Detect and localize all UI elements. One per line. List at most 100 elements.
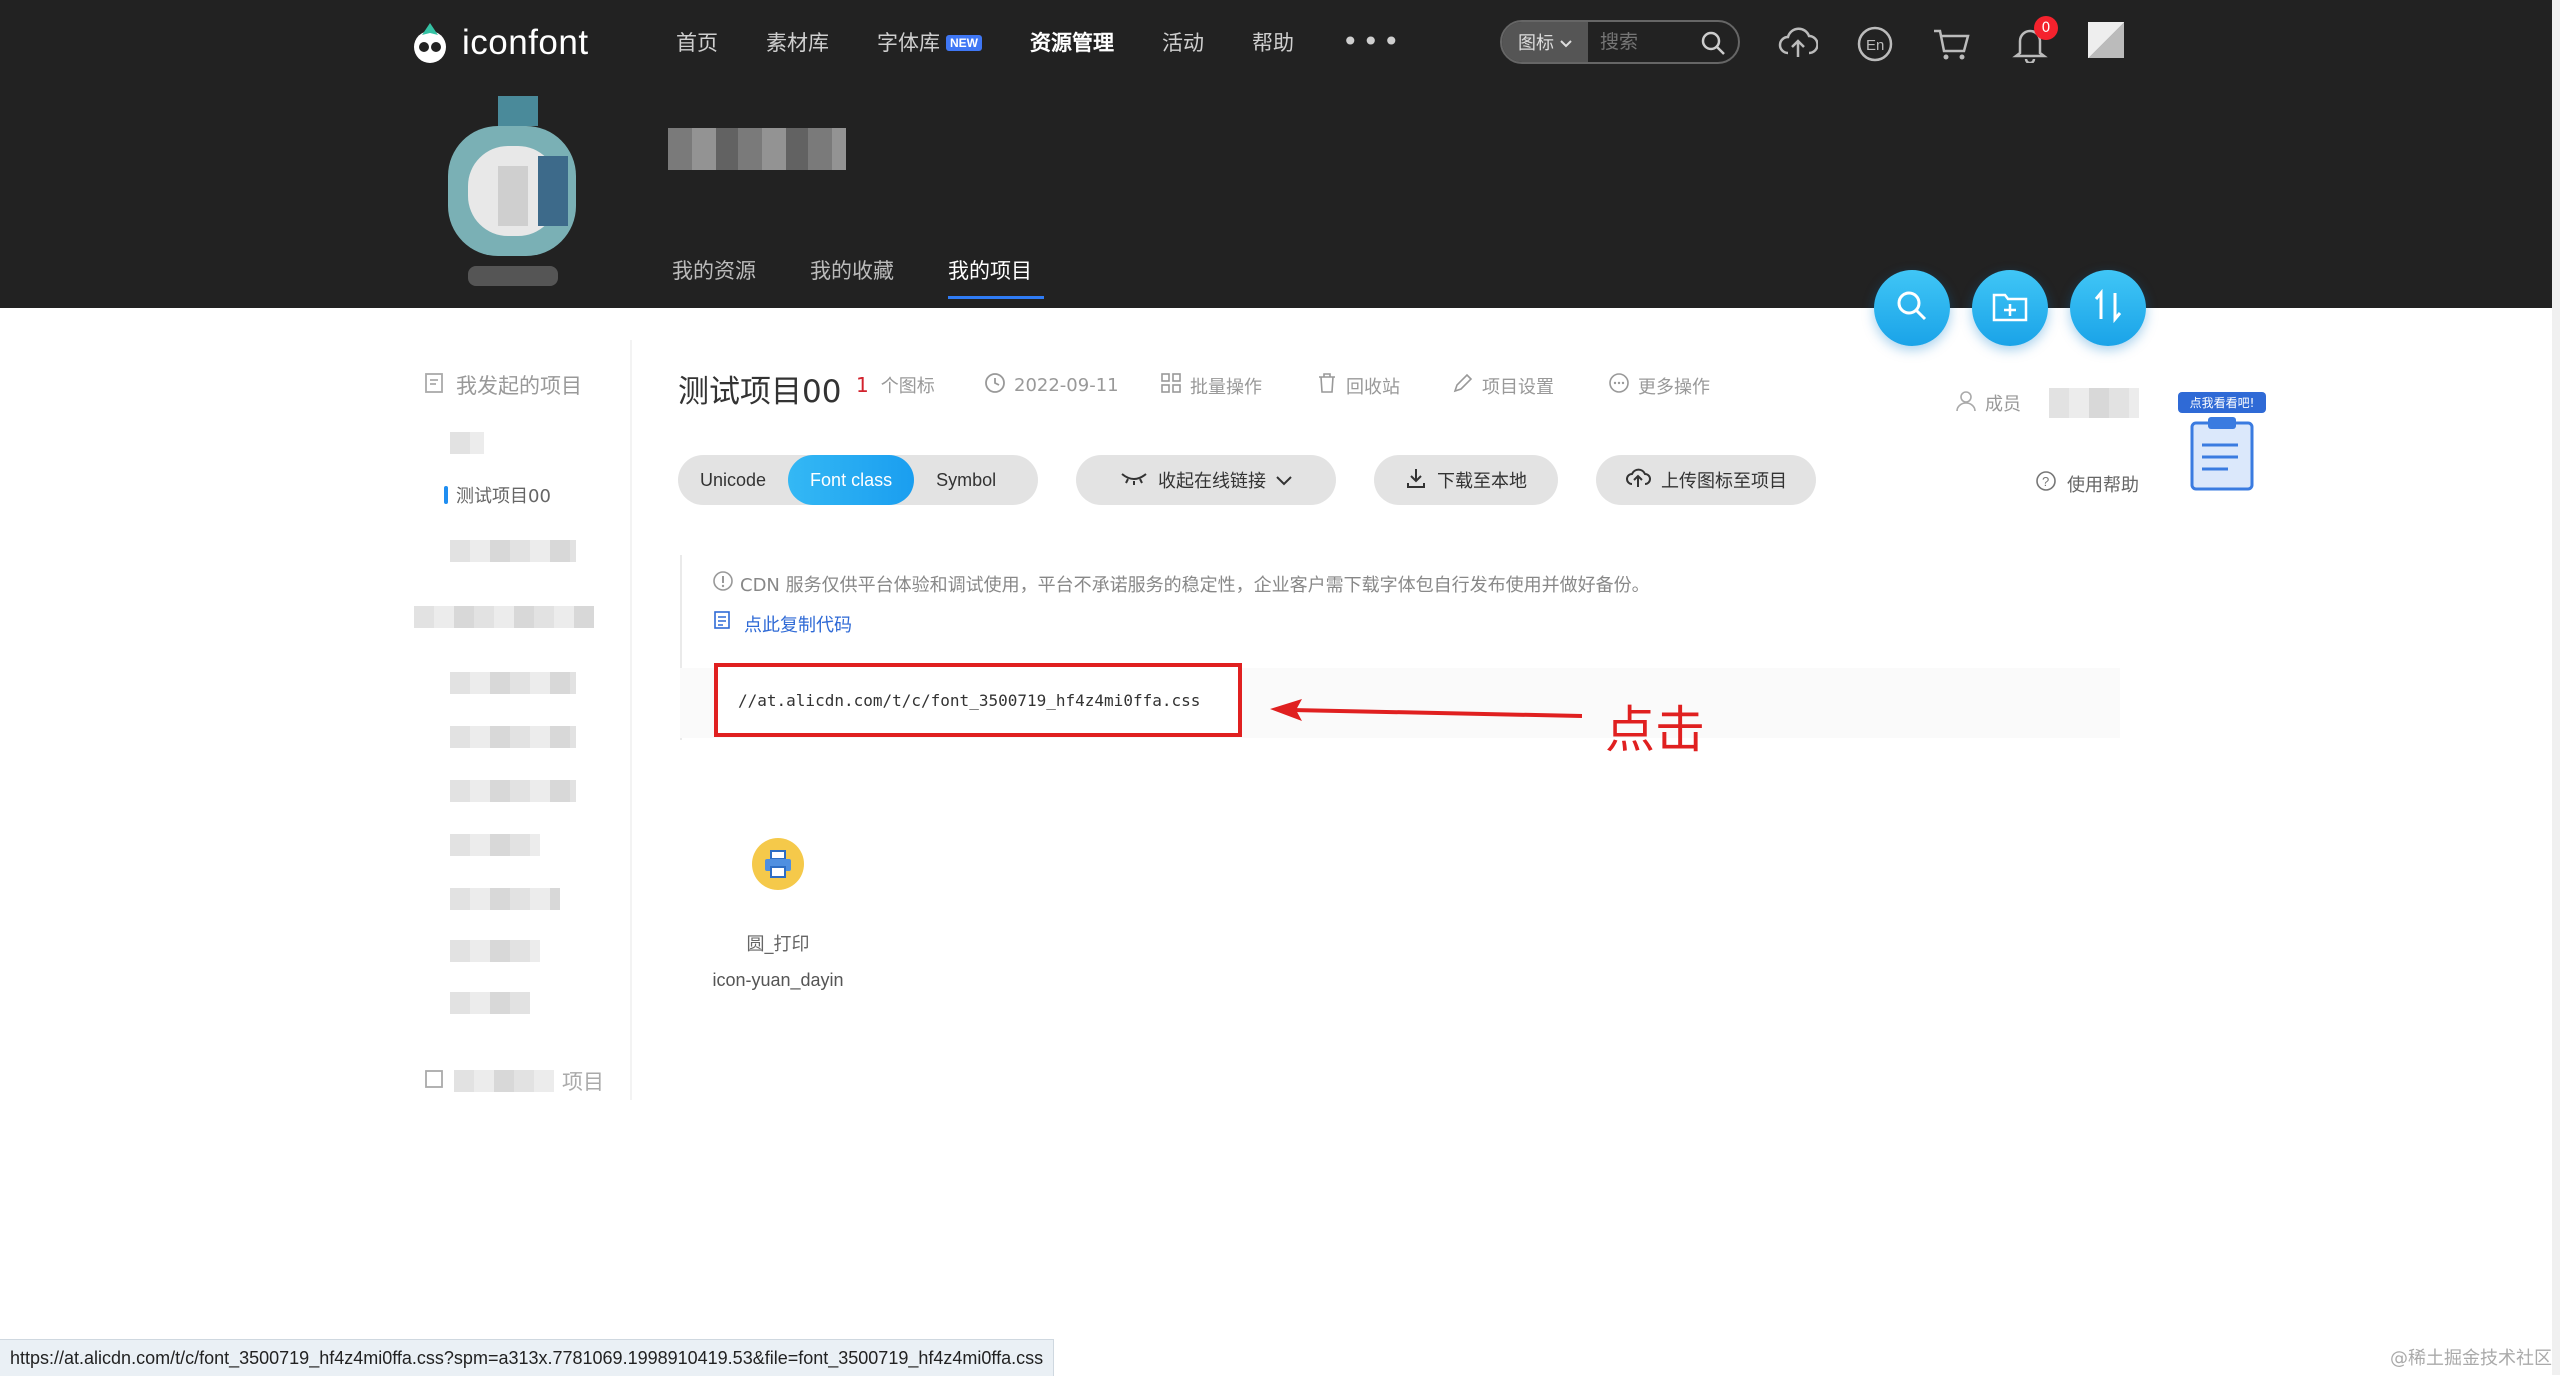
nav-item-library[interactable]: 素材库 (766, 27, 829, 57)
search-project-button[interactable] (1874, 270, 1950, 346)
download-icon (1405, 467, 1427, 494)
nav-item-events[interactable]: 活动 (1162, 27, 1204, 57)
tab-my-resources[interactable]: 我的资源 (672, 255, 756, 299)
sidebar-title: 我发起的项目 (424, 370, 582, 400)
cdn-link-box[interactable]: //at.alicdn.com/t/c/font_3500719_hf4z4mi… (714, 663, 1242, 737)
batch-operation-button[interactable]: 批量操作 (1160, 372, 1262, 399)
copy-code-label: 点此复制代码 (744, 614, 852, 636)
icon-card[interactable]: 圆_打印 icon-yuan_dayin (700, 838, 856, 991)
sidebar-item-blurred[interactable] (450, 834, 540, 856)
grid-icon (1160, 372, 1182, 399)
members-label: 成员 (1985, 394, 2021, 415)
nav-item-fonts[interactable]: 字体库 NEW (877, 27, 982, 57)
active-indicator (444, 486, 448, 504)
sidebar-item-active[interactable]: 测试项目00 (444, 482, 551, 508)
sidebar-footer-blurred (454, 1070, 554, 1092)
cdn-link-text[interactable]: //at.alicdn.com/t/c/font_3500719_hf4z4mi… (738, 691, 1200, 710)
copy-code-link[interactable]: 点此复制代码 (712, 610, 852, 637)
usage-help-link[interactable]: ? 使用帮助 (2035, 470, 2139, 497)
sidebar-item-blurred[interactable] (450, 992, 530, 1014)
svg-text:?: ? (2042, 474, 2049, 489)
tab-my-projects[interactable]: 我的项目 (948, 255, 1044, 299)
sidebar-item-blurred[interactable] (450, 940, 540, 962)
batch-operation-label: 批量操作 (1190, 376, 1262, 398)
printer-icon (752, 838, 804, 890)
folder-add-icon (1991, 289, 2029, 327)
svg-text:En: En (1866, 37, 1884, 54)
sidebar-item-blurred[interactable] (450, 672, 576, 694)
nav-item-resource-manage[interactable]: 资源管理 (1030, 27, 1114, 57)
icon-class-name: icon-yuan_dayin (712, 970, 844, 990)
nav-item-help[interactable]: 帮助 (1252, 27, 1294, 57)
info-icon (712, 570, 734, 597)
project-settings-button[interactable]: 项目设置 (1452, 372, 1554, 399)
copy-icon (712, 610, 734, 637)
cdn-notice-text: CDN 服务仅供平台体验和调试使用，平台不承诺服务的稳定性，企业客户需下载字体包… (740, 574, 1650, 596)
chevron-down-icon (1560, 32, 1572, 53)
sort-button[interactable] (2070, 270, 2146, 346)
upload-icon-button[interactable]: 上传图标至项目 (1596, 455, 1816, 505)
sidebar-footer-item[interactable]: 项目 (424, 1066, 604, 1096)
pencil-icon (1452, 372, 1474, 399)
search-icon (1895, 289, 1929, 327)
notification-count-badge: 0 (2034, 16, 2058, 40)
nav-item-home[interactable]: 首页 (676, 27, 718, 57)
search-icon[interactable] (1700, 30, 1726, 60)
recycle-bin-button[interactable]: 回收站 (1316, 372, 1400, 399)
search-input[interactable] (1598, 30, 1702, 54)
cart-icon[interactable] (1930, 22, 1974, 66)
upload-cloud-icon[interactable] (1776, 22, 1820, 66)
sidebar-item-blurred[interactable] (414, 606, 594, 628)
user-avatar[interactable] (2088, 22, 2124, 58)
members[interactable]: 成员 (1955, 388, 2139, 418)
icon-name: 圆_打印 (746, 934, 810, 955)
sidebar-item-label: 测试项目00 (456, 486, 551, 507)
language-en-icon[interactable]: En (1853, 22, 1897, 66)
more-operations-button[interactable]: 更多操作 (1608, 372, 1710, 399)
more-operations-label: 更多操作 (1638, 376, 1710, 398)
project-date-text: 2022-09-11 (1014, 375, 1119, 396)
mode-font-class[interactable]: Font class (788, 455, 915, 505)
sidebar-item-blurred[interactable] (450, 780, 576, 802)
page-scrollbar[interactable] (2552, 0, 2560, 1375)
clock-icon (984, 372, 1006, 399)
icon-count-number: 1 (856, 373, 869, 397)
project-list-icon (424, 372, 446, 399)
nav-more-button[interactable]: ••• (1342, 28, 1404, 56)
notification-bell-icon[interactable]: 0 (2008, 16, 2058, 66)
new-project-button[interactable] (1972, 270, 2048, 346)
promo-widget[interactable]: 点我看看吧! (2178, 392, 2266, 492)
cdn-notice: CDN 服务仅供平台体验和调试使用，平台不承诺服务的稳定性，企业客户需下载字体包… (712, 570, 1650, 597)
question-circle-icon: ? (2035, 470, 2057, 497)
clipboard-icon (2190, 417, 2254, 491)
trash-icon (1316, 372, 1338, 399)
sidebar-item-blurred[interactable] (450, 726, 576, 748)
project-join-icon (424, 1068, 446, 1095)
tab-my-favorites[interactable]: 我的收藏 (810, 255, 894, 299)
logo[interactable]: iconfont (408, 18, 589, 68)
more-circle-icon (1608, 372, 1630, 399)
member-avatars-blurred (2049, 388, 2139, 418)
icon-count-unit: 个图标 (880, 376, 935, 397)
download-button[interactable]: 下载至本地 (1374, 455, 1558, 505)
annotation-text: 点击 (1605, 701, 1705, 759)
search-bar: 图标 (1500, 20, 1740, 64)
collapse-link-button[interactable]: 收起在线链接 (1076, 455, 1336, 505)
collapse-link-label: 收起在线链接 (1158, 471, 1266, 492)
mode-symbol[interactable]: Symbol (914, 455, 1018, 505)
main-nav: 首页 素材库 字体库 NEW 资源管理 活动 帮助 ••• (676, 22, 1452, 62)
sidebar-item-blurred[interactable] (450, 888, 560, 910)
mode-unicode[interactable]: Unicode (678, 455, 788, 505)
project-settings-label: 项目设置 (1482, 376, 1554, 398)
search-type-select[interactable]: 图标 (1502, 22, 1588, 62)
sidebar-item-blurred[interactable] (450, 432, 484, 454)
browser-status-bar: https://at.alicdn.com/t/c/font_3500719_h… (0, 1339, 1055, 1376)
sidebar-item-blurred[interactable] (450, 540, 576, 562)
logo-text: iconfont (462, 23, 589, 62)
project-title: 测试项目00 (678, 374, 842, 410)
recycle-bin-label: 回收站 (1346, 376, 1400, 398)
chevron-down-icon (1276, 470, 1292, 491)
profile-avatar (428, 96, 596, 286)
annotation-arrow (1270, 699, 1582, 721)
eye-closed-icon (1120, 470, 1148, 491)
